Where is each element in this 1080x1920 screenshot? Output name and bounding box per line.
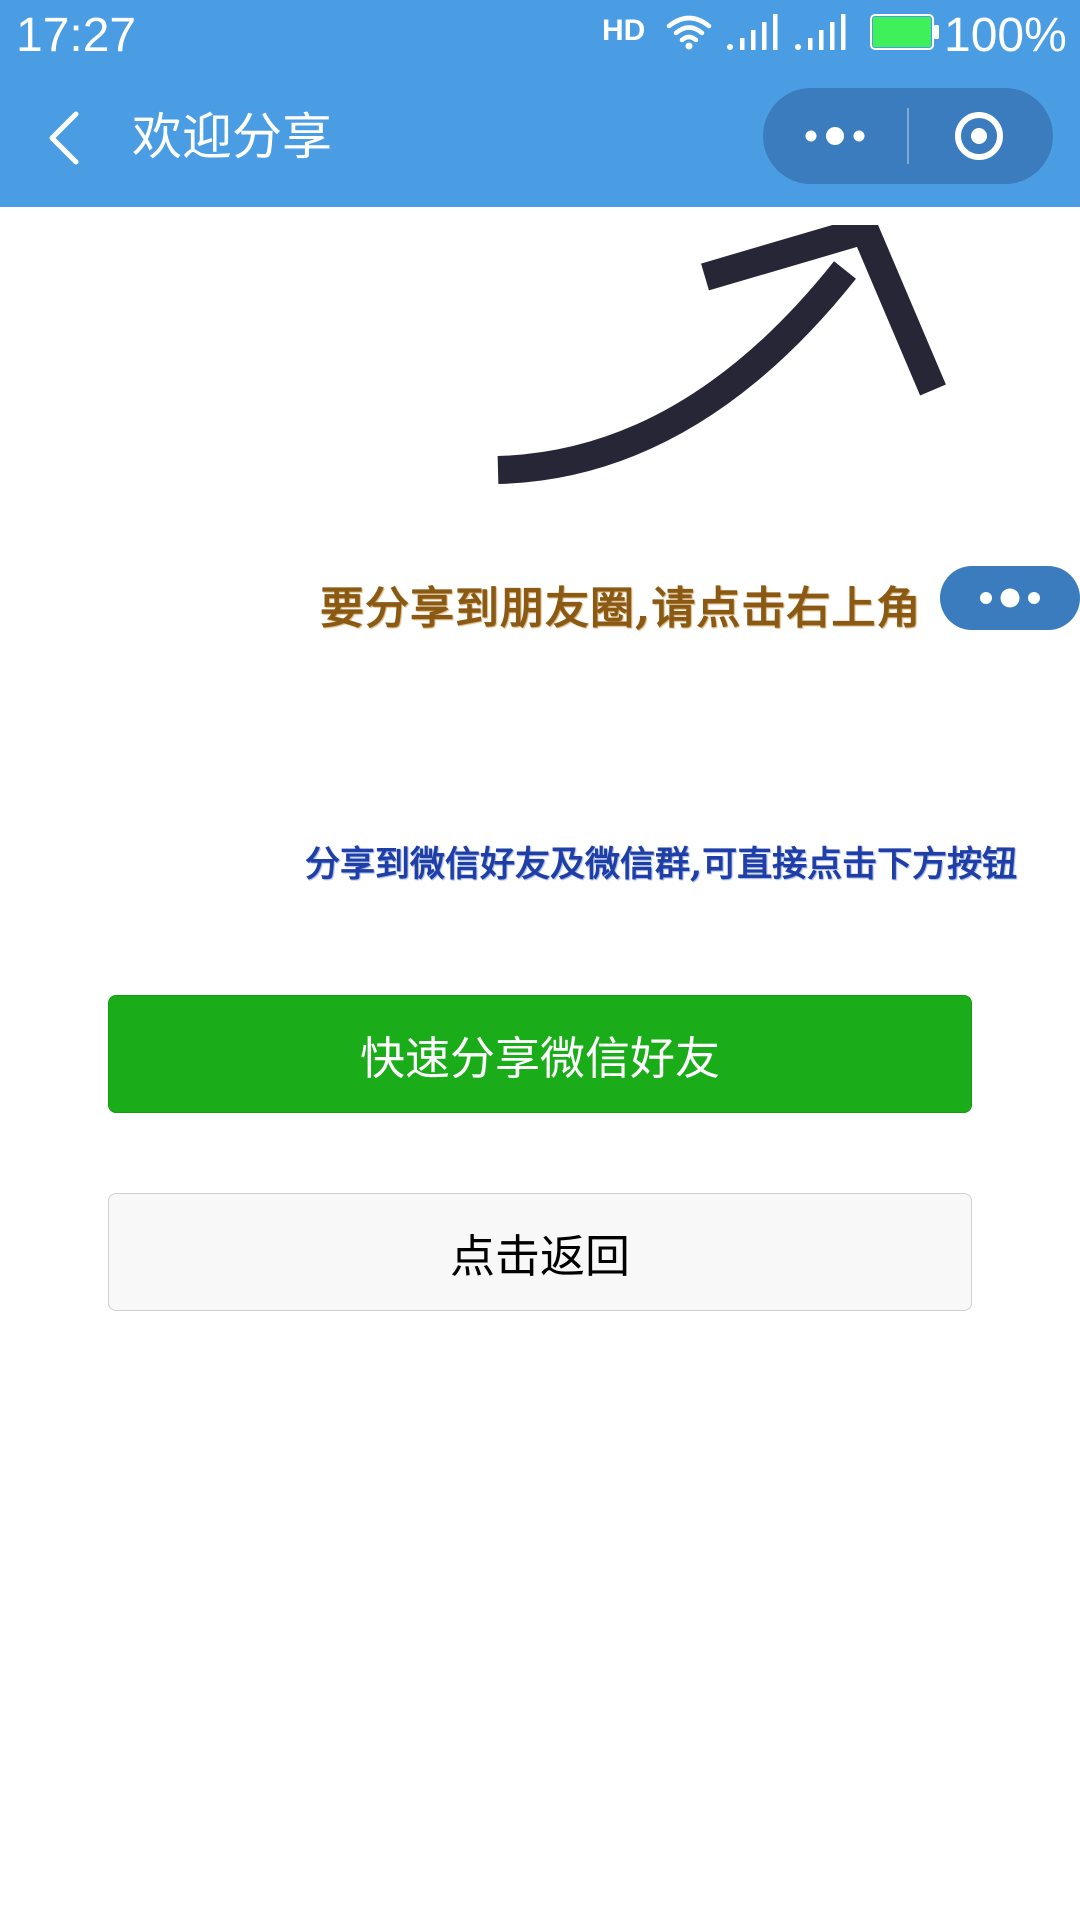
signal-icon [727, 14, 778, 50]
target-circle-icon [955, 112, 1003, 160]
status-time: 17:27 [16, 9, 137, 62]
header: 17:27 HD 100% 欢迎分享 [0, 0, 1080, 207]
go-back-button[interactable]: 点击返回 [108, 1193, 972, 1311]
share-friends-button-label: 快速分享微信好友 [359, 1031, 720, 1085]
menu-capsule [763, 88, 1053, 184]
curved-up-arrow-icon [497, 225, 946, 484]
status-bar: 17:27 HD 100% [0, 0, 1080, 70]
more-dots-icon [980, 588, 1040, 608]
close-miniprogram-button[interactable] [909, 88, 1053, 184]
battery-percent: 100% [944, 9, 1067, 62]
chevron-left-icon [49, 111, 79, 165]
wifi-icon [666, 15, 712, 50]
battery-icon [870, 14, 939, 50]
hint-share-friends: 分享到微信好友及微信群,可直接点击下方按钮 [305, 844, 1018, 885]
hint-menu-pill [940, 566, 1080, 630]
network-label: HD [602, 14, 646, 47]
go-back-button-label: 点击返回 [449, 1229, 630, 1283]
more-dots-icon [805, 127, 865, 145]
page-title: 欢迎分享 [132, 108, 332, 166]
signal-icon [795, 14, 846, 50]
share-friends-button[interactable]: 快速分享微信好友 [108, 995, 972, 1113]
hint-share-moments: 要分享到朋友圈,请点击右上角 [320, 583, 922, 634]
more-menu-button[interactable] [763, 88, 907, 184]
back-button[interactable] [36, 98, 96, 178]
nav-bar: 欢迎分享 [0, 70, 1080, 207]
